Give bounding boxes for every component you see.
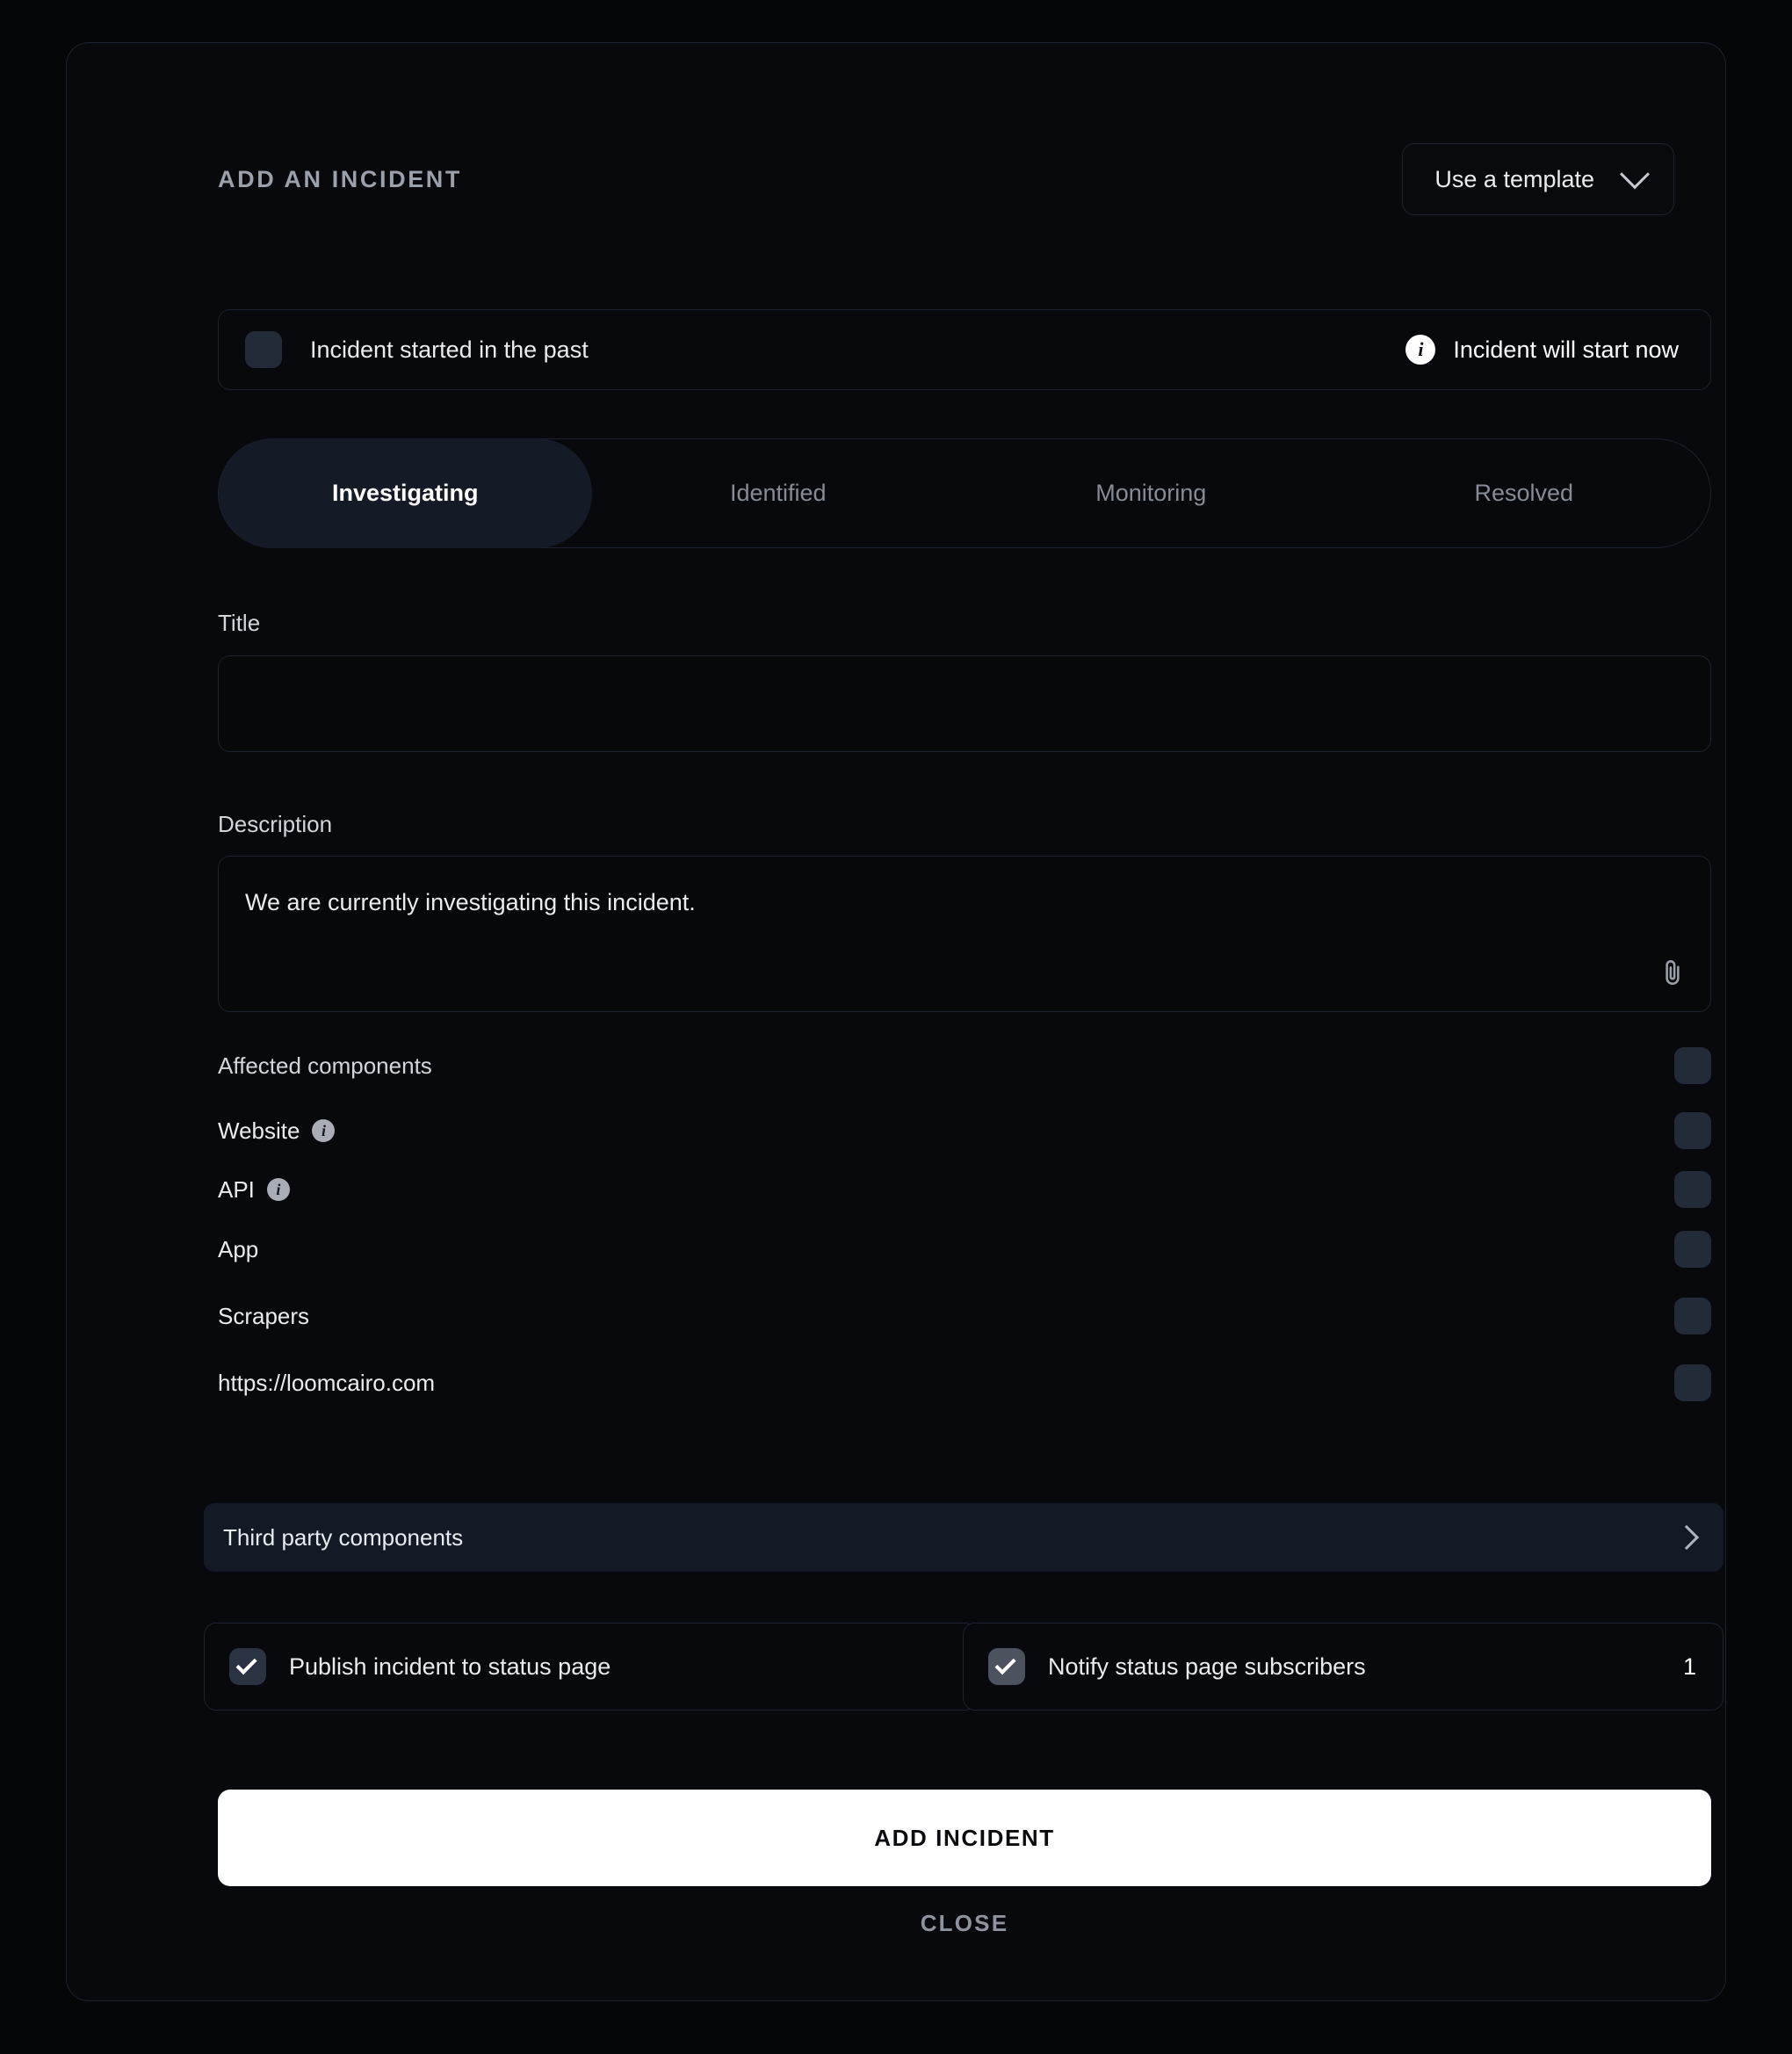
component-row-loomcairo: https://loomcairo.com	[218, 1360, 1711, 1406]
incident-past-checkbox[interactable]	[245, 331, 282, 368]
tab-resolved[interactable]: Resolved	[1338, 438, 1711, 548]
incident-start-note: i Incident will start now	[1405, 335, 1679, 365]
status-tabs: Investigating Identified Monitoring Reso…	[218, 438, 1711, 548]
add-incident-button[interactable]: ADD INCIDENT	[218, 1790, 1711, 1886]
description-text: We are currently investigating this inci…	[245, 889, 696, 915]
incident-start-bar: Incident started in the past i Incident …	[218, 309, 1711, 390]
check-icon	[994, 1653, 1016, 1675]
notify-subscribers-toggle[interactable]: Notify status page subscribers 1	[963, 1623, 1723, 1710]
tab-monitoring[interactable]: Monitoring	[965, 438, 1338, 548]
chevron-right-icon	[1673, 1524, 1700, 1551]
title-label: Title	[218, 610, 261, 636]
component-label-website: Website i	[218, 1117, 336, 1145]
chevron-down-icon	[1620, 159, 1650, 190]
paperclip-icon[interactable]	[1658, 955, 1687, 990]
component-checkbox-scrapers[interactable]	[1674, 1298, 1711, 1334]
affected-components-select-all-checkbox[interactable]	[1674, 1047, 1711, 1084]
component-checkbox-app[interactable]	[1674, 1231, 1711, 1268]
publish-to-status-page-toggle[interactable]: Publish incident to status page	[204, 1623, 977, 1710]
notify-label: Notify status page subscribers	[1048, 1653, 1366, 1680]
notify-checkbox[interactable]	[988, 1648, 1025, 1685]
component-label-api: API i	[218, 1176, 290, 1204]
component-label-scrapers: Scrapers	[218, 1302, 310, 1329]
tab-identified[interactable]: Identified	[592, 438, 965, 548]
component-checkbox-loomcairo[interactable]	[1674, 1364, 1711, 1401]
incident-start-note-label: Incident will start now	[1453, 336, 1679, 363]
tab-investigating[interactable]: Investigating	[219, 438, 592, 548]
title-input[interactable]	[218, 655, 1711, 752]
affected-components-header: Affected components	[218, 1043, 1711, 1088]
modal-header: ADD AN INCIDENT Use a template	[67, 140, 1725, 219]
info-icon[interactable]: i	[312, 1119, 336, 1142]
incident-past-label: Incident started in the past	[310, 336, 589, 363]
check-icon	[235, 1653, 257, 1675]
component-checkbox-api[interactable]	[1674, 1171, 1711, 1208]
component-row-app: App	[218, 1226, 1711, 1272]
page-title: ADD AN INCIDENT	[218, 165, 462, 192]
component-checkbox-website[interactable]	[1674, 1112, 1711, 1149]
publish-label: Publish incident to status page	[289, 1653, 611, 1680]
component-row-api: API i	[218, 1167, 1711, 1212]
component-label-loomcairo: https://loomcairo.com	[218, 1369, 436, 1396]
info-icon[interactable]: i	[1405, 335, 1436, 365]
component-label-app: App	[218, 1235, 259, 1262]
description-input[interactable]: We are currently investigating this inci…	[218, 856, 1711, 1012]
affected-components-label: Affected components	[218, 1052, 432, 1079]
use-template-dropdown[interactable]: Use a template	[1402, 143, 1674, 215]
publish-checkbox[interactable]	[229, 1648, 266, 1685]
description-label: Description	[218, 811, 333, 837]
incident-past-toggle[interactable]: Incident started in the past	[245, 331, 589, 368]
use-template-label: Use a template	[1434, 165, 1594, 192]
third-party-components-label: Third party components	[223, 1523, 464, 1551]
subscriber-count: 1	[1682, 1653, 1696, 1680]
component-row-scrapers: Scrapers	[218, 1293, 1711, 1339]
close-button[interactable]: CLOSE	[218, 1899, 1711, 1948]
component-row-website: Website i	[218, 1108, 1711, 1154]
info-icon[interactable]: i	[266, 1178, 290, 1201]
third-party-components-row[interactable]: Third party components	[204, 1503, 1723, 1572]
add-incident-modal: ADD AN INCIDENT Use a template Incident …	[66, 42, 1726, 2001]
